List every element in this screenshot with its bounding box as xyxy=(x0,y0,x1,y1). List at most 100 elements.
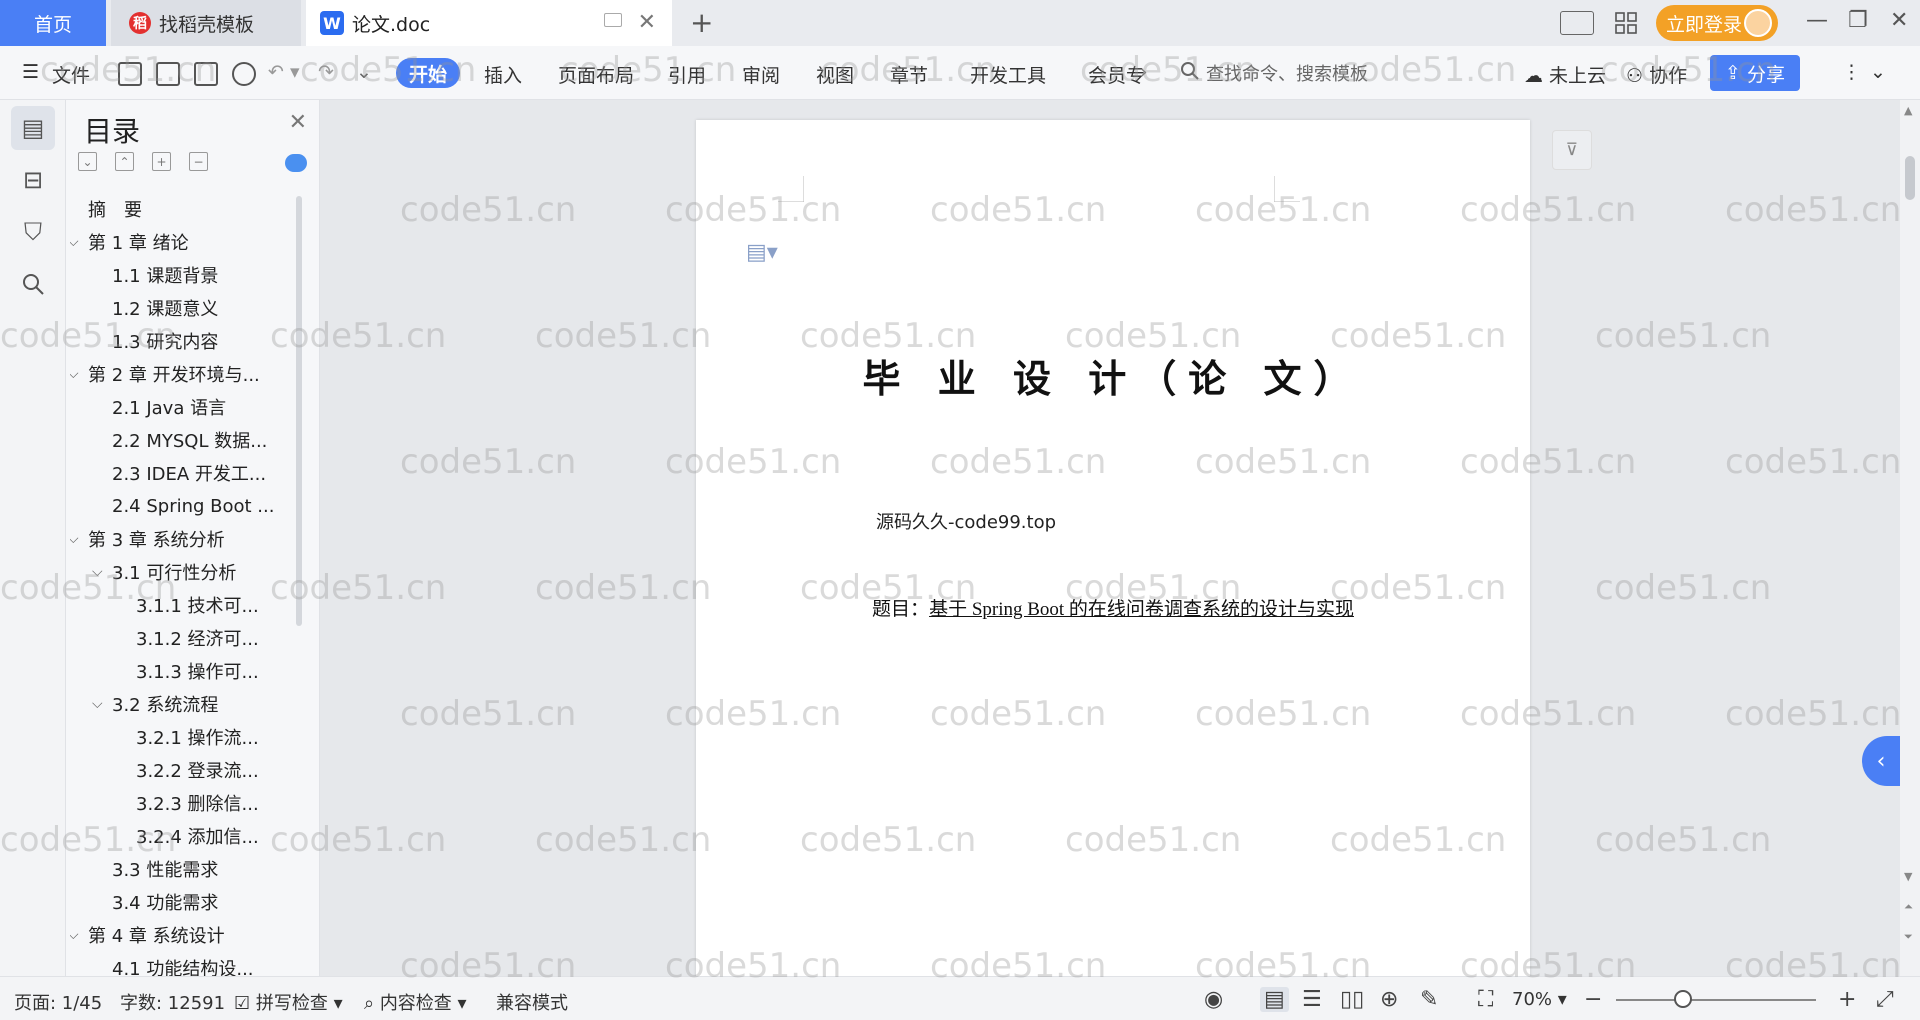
collapse-ribbon-icon[interactable]: ⌄ xyxy=(1870,61,1886,83)
toc-item[interactable]: 2.3 IDEA 开发工... xyxy=(112,458,266,488)
login-button[interactable]: 立即登录 xyxy=(1656,5,1778,41)
chevron-down-icon[interactable]: ⌵ xyxy=(70,234,88,250)
structure-icon[interactable]: ⊟ xyxy=(11,158,55,202)
prev-page-icon[interactable]: ⏶ xyxy=(1904,900,1913,914)
toc-item[interactable]: ⌵ 第 1 章 绪论 xyxy=(70,227,189,257)
word-count[interactable]: 字数: 12591 xyxy=(120,989,225,1015)
expand-all-icon[interactable]: ⌄ xyxy=(78,152,97,171)
redo-icon[interactable]: ↷ xyxy=(318,61,334,83)
undo-icon[interactable]: ↶ ▾ xyxy=(268,61,300,83)
toc-item[interactable]: ⌵ 第 3 章 系统分析 xyxy=(70,524,225,554)
new-tab-icon[interactable]: + xyxy=(690,6,713,39)
ribbon-tab-member[interactable]: 会员专 xyxy=(1088,61,1145,88)
toc-item[interactable]: 3.1.1 技术可... xyxy=(136,590,259,620)
ribbon-tab-chapter[interactable]: 章节 xyxy=(890,61,928,88)
toc-item[interactable]: ⌵ 第 4 章 系统设计 xyxy=(70,920,225,950)
reading-view-icon[interactable]: ▯▯ xyxy=(1340,987,1364,1012)
toc-item[interactable]: ⌵ 3.2 系统流程 xyxy=(92,689,218,719)
next-page-icon[interactable]: ⏷ xyxy=(1904,930,1913,944)
restore-icon[interactable]: ❐ xyxy=(1848,8,1868,33)
minimize-icon[interactable]: — xyxy=(1806,8,1828,33)
scroll-up-icon[interactable]: ▲ xyxy=(1904,104,1912,117)
spell-check-button[interactable]: ☑ 拼写检查 ▾ xyxy=(234,989,343,1015)
page-options-icon[interactable]: ⊽ xyxy=(1552,130,1592,170)
toc-item[interactable]: ⌵ 第 2 章 开发环境与... xyxy=(70,359,260,389)
ribbon-tab-home[interactable]: 开始 xyxy=(396,58,460,88)
toc-item[interactable]: 2.2 MYSQL 数据... xyxy=(112,425,267,455)
zoom-level[interactable]: 70% ▾ xyxy=(1512,989,1567,1010)
toc-item[interactable]: 1.2 课题意义 xyxy=(112,293,218,323)
ai-assistant-icon[interactable] xyxy=(285,154,307,172)
toc-close-icon[interactable]: ✕ xyxy=(289,110,307,135)
remove-heading-icon[interactable]: − xyxy=(189,152,208,171)
ribbon-tab-layout[interactable]: 页面布局 xyxy=(558,61,634,88)
share-button[interactable]: ⇪ 分享 xyxy=(1710,55,1800,91)
toc-item[interactable]: 摘 要 xyxy=(88,194,142,224)
eye-protection-icon[interactable]: ◉ xyxy=(1204,987,1223,1012)
toc-item[interactable]: 3.4 功能需求 xyxy=(112,887,218,917)
toc-item[interactable]: 3.2.3 删除信... xyxy=(136,788,259,818)
toc-item[interactable]: 3.2.4 添加信... xyxy=(136,821,259,851)
command-search[interactable]: 查找命令、搜索模板 xyxy=(1180,60,1368,86)
content-check-button[interactable]: ⌕ 内容检查 ▾ xyxy=(364,989,467,1015)
ribbon-tab-developer[interactable]: 开发工具 xyxy=(970,61,1046,88)
bookmark-icon[interactable]: ⛉ xyxy=(11,210,55,254)
ribbon-tab-references[interactable]: 引用 xyxy=(668,61,706,88)
outline-view-icon[interactable]: ☰ xyxy=(1302,987,1322,1012)
page-view-icon[interactable]: ▤ xyxy=(1260,987,1289,1012)
toc-item[interactable]: 3.2.2 登录流... xyxy=(136,755,259,785)
fullscreen-icon[interactable]: ⤢ xyxy=(1876,987,1894,1012)
chevron-down-icon[interactable]: ⌵ xyxy=(92,564,112,580)
chevron-down-icon[interactable]: ⌵ xyxy=(70,366,88,382)
vertical-scrollbar[interactable]: ▲ ▼ ⏶ ⏷ xyxy=(1900,100,1920,976)
zoom-out-icon[interactable]: − xyxy=(1584,987,1602,1012)
toc-item[interactable]: ⌵ 3.1 可行性分析 xyxy=(92,557,236,587)
quick-access-dropdown-icon[interactable]: ⌄ xyxy=(356,61,372,83)
ribbon-more-icon[interactable]: › xyxy=(1140,61,1148,83)
menu-icon[interactable]: ☰ xyxy=(22,61,39,83)
ribbon-tab-review[interactable]: 审阅 xyxy=(742,61,780,88)
more-options-icon[interactable]: ⋮ xyxy=(1842,61,1861,83)
chevron-down-icon[interactable]: ⌵ xyxy=(92,696,112,712)
print-icon[interactable] xyxy=(194,62,218,86)
tab-window-icon[interactable] xyxy=(604,13,622,27)
find-icon[interactable] xyxy=(11,262,55,306)
toc-scrollbar[interactable] xyxy=(296,196,302,626)
collaborate-button[interactable]: ⚇ 协作 xyxy=(1626,61,1687,88)
fit-page-icon[interactable]: ⛶ xyxy=(1478,987,1493,1012)
toc-item[interactable]: 3.2.1 操作流... xyxy=(136,722,259,752)
toc-item[interactable]: 2.4 Spring Boot ... xyxy=(112,491,274,521)
document-page[interactable]: ▤▾ 毕 业 设 计（论 文） 源码久久-code99.top 题目：基于 Sp… xyxy=(696,120,1530,976)
toc-panel-icon[interactable]: ▤ xyxy=(11,106,55,150)
window-close-icon[interactable]: ✕ xyxy=(1890,8,1908,33)
zoom-slider[interactable] xyxy=(1616,999,1816,1001)
toc-item[interactable]: 1.1 课题背景 xyxy=(112,260,218,290)
toc-item[interactable]: 1.3 研究内容 xyxy=(112,326,218,356)
paragraph-file-icon[interactable]: ▤▾ xyxy=(746,240,778,265)
add-heading-icon[interactable]: + xyxy=(152,152,171,171)
collapse-all-icon[interactable]: ⌃ xyxy=(115,152,134,171)
toc-item[interactable]: 3.1.2 经济可... xyxy=(136,623,259,653)
toc-item[interactable]: 3.3 性能需求 xyxy=(112,854,218,884)
chevron-down-icon[interactable]: ⌵ xyxy=(70,927,88,943)
ribbon-tab-insert[interactable]: 插入 xyxy=(484,61,522,88)
apps-grid-icon[interactable] xyxy=(1614,11,1638,35)
page-count[interactable]: 页面: 1/45 xyxy=(14,989,102,1015)
tab-close-icon[interactable]: ✕ xyxy=(638,10,656,35)
web-view-icon[interactable]: ⊕ xyxy=(1380,987,1398,1012)
scroll-thumb[interactable] xyxy=(1905,156,1915,200)
cloud-status[interactable]: ☁ 未上云 xyxy=(1524,61,1606,88)
expand-side-panel-icon[interactable]: ‹ xyxy=(1862,736,1900,786)
toc-item[interactable]: 4.1 功能结构设... xyxy=(112,953,254,976)
toc-item[interactable]: 3.1.3 操作可... xyxy=(136,656,259,686)
pen-icon[interactable]: ✎ xyxy=(1420,987,1438,1012)
tab-doke-templates[interactable]: 稻 找稻壳模板 xyxy=(111,0,301,46)
save-icon[interactable] xyxy=(118,62,142,86)
layout-icon[interactable] xyxy=(1560,11,1594,35)
tab-home[interactable]: 首页 xyxy=(0,0,106,46)
file-menu[interactable]: 文件 xyxy=(52,61,90,88)
export-icon[interactable] xyxy=(156,62,180,86)
tab-document[interactable]: W 论文.doc ✕ xyxy=(306,0,672,46)
toc-item[interactable]: 2.1 Java 语言 xyxy=(112,392,226,422)
zoom-slider-handle[interactable] xyxy=(1674,990,1692,1008)
